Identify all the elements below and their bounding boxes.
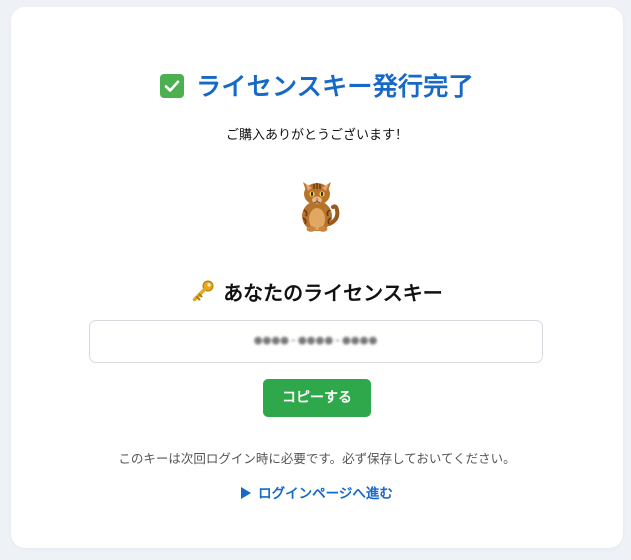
- page-title-text: ライセンスキー発行完了: [196, 72, 474, 101]
- mascot: [11, 174, 623, 236]
- login-page-link-text[interactable]: ログインページへ進む: [258, 486, 393, 502]
- license-key-value[interactable]: ●●●●-●●●●-●●●●: [90, 333, 542, 348]
- cat-icon: [302, 182, 340, 232]
- play-triangle-icon: [241, 487, 252, 499]
- license-key-heading-text: あなたのライセンスキー: [223, 281, 443, 305]
- login-page-link[interactable]: ログインページへ進む: [11, 482, 623, 502]
- page-title: ライセンスキー発行完了: [11, 73, 623, 101]
- license-key-field[interactable]: ●●●●-●●●●-●●●●: [89, 320, 543, 363]
- check-mark-icon: [160, 74, 185, 98]
- key-icon: [191, 279, 215, 309]
- thank-you-message: ご購入ありがとうございます！: [225, 128, 408, 143]
- copy-button[interactable]: コピーする: [263, 379, 371, 417]
- save-key-note: このキーは次回ログイン時に必要です。必ず保存しておいてください。: [118, 451, 516, 466]
- license-key-heading: あなたのライセンスキー: [11, 279, 623, 309]
- license-card: ライセンスキー発行完了 ご購入ありがとうございます！ あなたのライセンスキー ●…: [11, 7, 623, 548]
